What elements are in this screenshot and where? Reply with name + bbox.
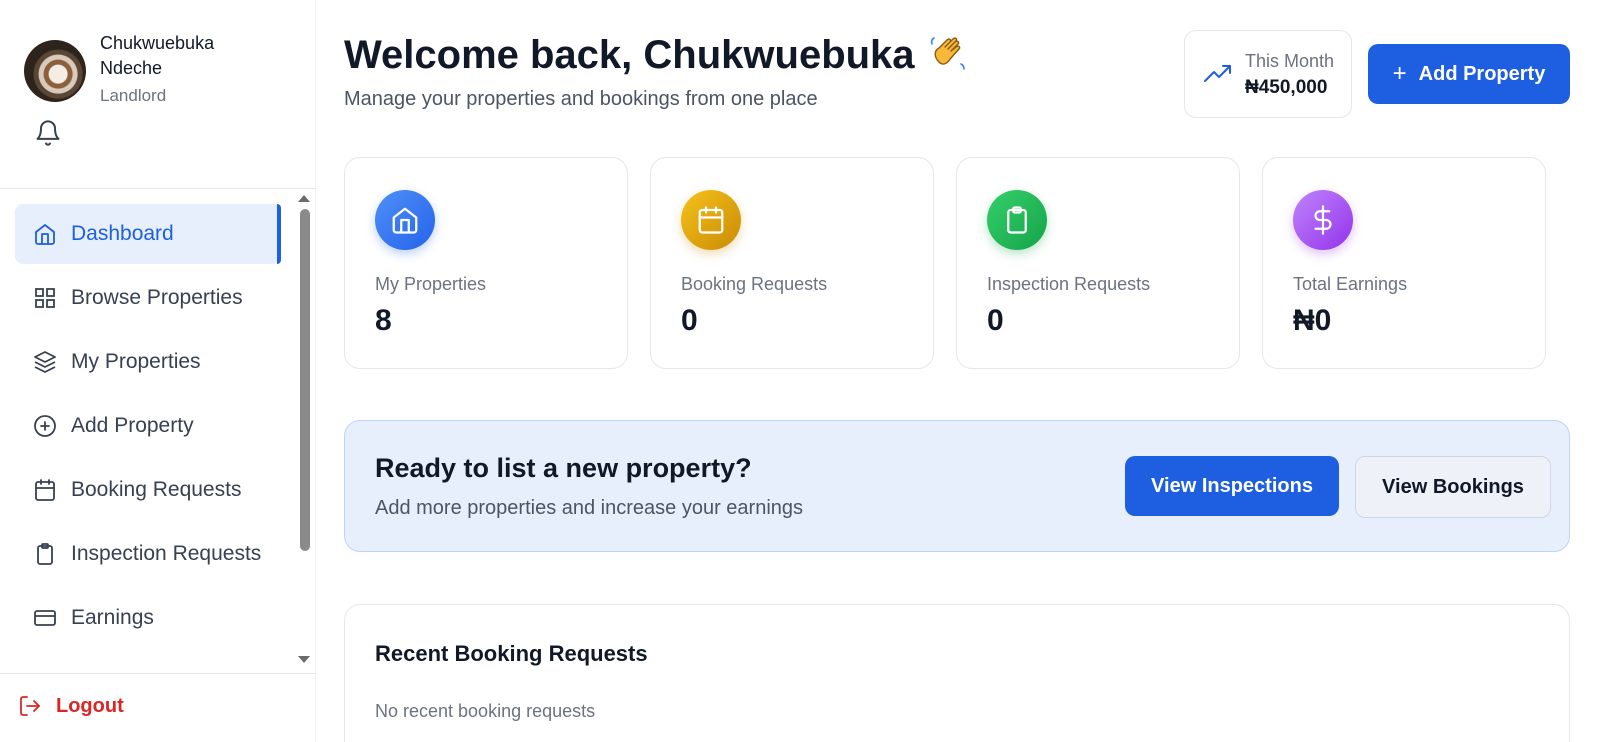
stat-label: Inspection Requests bbox=[987, 274, 1151, 294]
add-property-label: Add Property bbox=[1418, 62, 1546, 85]
stat-value: 8 bbox=[375, 304, 392, 337]
logout-icon bbox=[20, 696, 40, 716]
stat-value: 0 bbox=[987, 304, 1004, 337]
layers-icon bbox=[34, 351, 56, 373]
page-subtitle: Manage your properties and bookings from… bbox=[344, 88, 818, 110]
sidebar-item-booking-requests[interactable]: Booking Requests bbox=[15, 460, 281, 520]
sidebar-item-label: My Properties bbox=[71, 350, 201, 373]
sidebar-item-label: Browse Properties bbox=[71, 286, 243, 309]
sidebar-nav: Dashboard Browse Properties My Propertie… bbox=[0, 190, 316, 670]
trending-up-icon bbox=[1204, 65, 1231, 82]
stat-label: Booking Requests bbox=[681, 274, 828, 294]
sidebar-item-label: Add Property bbox=[71, 414, 194, 437]
logout-section: Logout bbox=[0, 673, 316, 742]
stat-card-inspection-requests[interactable]: Inspection Requests 0 bbox=[956, 157, 1240, 369]
view-bookings-button[interactable]: View Bookings bbox=[1355, 456, 1551, 518]
waving-hand-icon bbox=[930, 37, 965, 70]
home-icon bbox=[35, 224, 55, 245]
list-property-banner: Ready to list a new property? Add more p… bbox=[344, 420, 1570, 552]
sidebar-item-label: Booking Requests bbox=[71, 478, 242, 501]
avatar[interactable] bbox=[24, 40, 86, 102]
sidebar-item-my-properties[interactable]: My Properties bbox=[15, 332, 281, 392]
dollar-icon bbox=[1293, 190, 1353, 250]
sidebar-scrollbar[interactable] bbox=[300, 209, 310, 551]
sidebar-item-label: Earnings bbox=[71, 606, 154, 629]
clipboard-icon bbox=[987, 190, 1047, 250]
month-value: ₦450,000 bbox=[1245, 77, 1328, 98]
sidebar-item-inspection-requests[interactable]: Inspection Requests bbox=[15, 524, 281, 584]
credit-card-icon bbox=[34, 610, 56, 626]
stat-value: ₦0 bbox=[1293, 304, 1332, 337]
user-name: Chukwuebuka Ndeche bbox=[100, 33, 215, 78]
profile-section: Chukwuebuka Ndeche Landlord bbox=[0, 0, 316, 189]
sidebar-item-earnings[interactable]: Earnings bbox=[15, 588, 281, 648]
user-role: Landlord bbox=[100, 86, 167, 105]
empty-state-text: No recent booking requests bbox=[375, 701, 596, 721]
stat-label: Total Earnings bbox=[1293, 274, 1408, 294]
recent-bookings-card: Recent Booking Requests No recent bookin… bbox=[344, 604, 1570, 742]
month-label: This Month bbox=[1245, 51, 1335, 71]
sidebar-item-add-property[interactable]: Add Property bbox=[15, 396, 281, 456]
add-property-button[interactable]: + Add Property bbox=[1368, 44, 1570, 104]
sidebar-item-browse-properties[interactable]: Browse Properties bbox=[15, 268, 281, 328]
plus-circle-icon bbox=[34, 415, 56, 437]
sidebar-item-label: Dashboard bbox=[71, 222, 174, 245]
banner-title: Ready to list a new property? bbox=[375, 453, 752, 483]
stat-label: My Properties bbox=[375, 274, 487, 294]
plus-icon: + bbox=[1392, 60, 1407, 87]
scroll-down-arrow[interactable] bbox=[298, 656, 310, 663]
banner-subtitle: Add more properties and increase your ea… bbox=[375, 497, 804, 519]
stat-value: 0 bbox=[681, 304, 698, 337]
stat-card-total-earnings[interactable]: Total Earnings ₦0 bbox=[1262, 157, 1546, 369]
home-icon bbox=[375, 190, 435, 250]
view-inspections-button[interactable]: View Inspections bbox=[1125, 456, 1339, 516]
welcome-text: Welcome back, Chukwuebuka bbox=[344, 33, 915, 77]
monthly-earnings-card: This Month ₦450,000 bbox=[1184, 30, 1352, 118]
sidebar-item-label: Inspection Requests bbox=[71, 542, 262, 565]
calendar-icon bbox=[35, 479, 55, 501]
main-content: Welcome back, Chukwuebuka Manage your pr… bbox=[316, 0, 1600, 742]
calendar-icon bbox=[681, 190, 741, 250]
stat-card-my-properties[interactable]: My Properties 8 bbox=[344, 157, 628, 369]
recent-bookings-title: Recent Booking Requests bbox=[375, 641, 648, 666]
logout-label: Logout bbox=[56, 694, 124, 717]
stat-card-booking-requests[interactable]: Booking Requests 0 bbox=[650, 157, 934, 369]
logout-button[interactable]: Logout bbox=[18, 686, 124, 726]
grid-icon bbox=[35, 288, 55, 308]
sidebar-item-dashboard[interactable]: Dashboard bbox=[15, 204, 281, 264]
scroll-up-arrow[interactable] bbox=[298, 195, 310, 202]
page-title: Welcome back, Chukwuebuka bbox=[344, 32, 969, 78]
bell-icon[interactable] bbox=[34, 119, 62, 147]
clipboard-icon bbox=[37, 543, 53, 565]
sidebar: Chukwuebuka Ndeche Landlord Dashboard Br… bbox=[0, 0, 316, 742]
